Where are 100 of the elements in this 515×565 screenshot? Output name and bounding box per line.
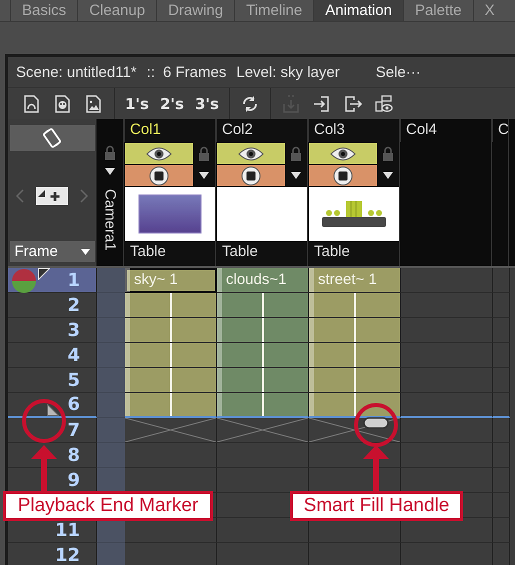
xsheet-cell[interactable]	[493, 418, 510, 443]
camera-column-cell[interactable]	[97, 418, 125, 443]
dropdown-triangle-icon[interactable]	[199, 172, 209, 178]
xsheet-cell[interactable]	[125, 443, 217, 468]
camera-column-cell[interactable]	[97, 543, 125, 565]
camera-column-cell[interactable]	[97, 343, 125, 368]
xsheet-cell[interactable]	[401, 368, 493, 393]
padlock-icon[interactable]	[382, 146, 394, 160]
padlock-icon[interactable]	[290, 146, 302, 160]
xsheet-cell[interactable]	[217, 443, 309, 468]
level-cell[interactable]	[125, 393, 217, 418]
level-cell[interactable]	[217, 368, 309, 393]
row-header-cell[interactable]: 1	[8, 268, 97, 293]
xsheet-cell[interactable]	[401, 293, 493, 318]
camera-column-cell[interactable]	[97, 393, 125, 418]
camstand-toggle[interactable]	[125, 165, 193, 186]
xsheet-cell[interactable]	[493, 518, 510, 543]
xsheet-cell[interactable]	[309, 418, 401, 443]
dropdown-triangle-icon[interactable]	[383, 172, 393, 178]
eye-icon	[238, 146, 264, 162]
frame-count: 6 Frames	[163, 64, 226, 80]
document-palette-icon[interactable]	[53, 94, 73, 114]
preview-toggle[interactable]	[125, 143, 193, 164]
play-start-marker-icon[interactable]	[38, 268, 50, 280]
padlock-icon[interactable]	[198, 146, 210, 160]
callout-tooltip: Playback End Marker	[3, 491, 213, 521]
selection-info: Sele···	[376, 64, 421, 80]
export-icon[interactable]	[342, 94, 363, 114]
xsheet-cell[interactable]	[401, 418, 493, 443]
camera-column-cell[interactable]	[97, 443, 125, 468]
xsheet-cell[interactable]	[493, 493, 510, 518]
padlock-icon[interactable]	[104, 145, 116, 160]
onion-skin-icon[interactable]	[11, 268, 37, 294]
highlight-circle-tooltip	[22, 399, 66, 443]
preview-toggle[interactable]	[309, 143, 377, 164]
frame-number: 6	[67, 394, 80, 415]
preview-toggle[interactable]	[217, 143, 285, 164]
column-name[interactable]: Col3	[308, 119, 399, 142]
chevron-right-icon[interactable]	[80, 189, 88, 203]
image-icon[interactable]	[84, 94, 104, 114]
orientation-toggle-button[interactable]	[10, 125, 94, 151]
level-cell[interactable]	[217, 393, 309, 418]
column-name[interactable]: Col1	[124, 119, 215, 142]
import-icon[interactable]	[312, 94, 332, 114]
frame-number: 3	[67, 320, 80, 340]
level-cell[interactable]	[217, 293, 309, 318]
workspace-tab[interactable]: Animation	[313, 0, 403, 21]
gradient-rectangle-thumbnail	[138, 194, 202, 234]
xsheet-cell[interactable]	[493, 468, 510, 493]
level-cell[interactable]	[125, 318, 217, 343]
document-curve-icon[interactable]	[22, 94, 42, 114]
highlight-circle-tooltip	[354, 403, 398, 447]
camera-column-cell[interactable]	[97, 293, 125, 318]
level-cell[interactable]	[125, 343, 217, 368]
camstand-toggle[interactable]	[217, 165, 285, 186]
play-end-marker-icon[interactable]	[47, 404, 59, 416]
level-cell[interactable]	[309, 318, 401, 343]
level-cell[interactable]	[309, 393, 401, 418]
column-name[interactable]: Col2	[216, 119, 307, 142]
smart-fill-handle[interactable]	[363, 417, 389, 429]
xsheet-cell[interactable]	[401, 318, 493, 343]
step-button[interactable]: 3's	[194, 94, 219, 112]
level-end-cross-icon	[309, 418, 400, 442]
level-cell[interactable]	[125, 293, 217, 318]
column-name[interactable]: Col4	[400, 119, 491, 142]
level-cell[interactable]	[309, 368, 401, 393]
eye-frames-icon[interactable]	[374, 94, 394, 114]
xsheet-cell[interactable]	[401, 393, 493, 418]
camera-column-cell[interactable]	[97, 468, 125, 493]
level-cell[interactable]	[217, 318, 309, 343]
xsheet-cell[interactable]	[493, 343, 510, 368]
dropdown-triangle-icon[interactable]	[291, 172, 301, 178]
level-cell[interactable]	[309, 343, 401, 368]
xsheet-cell[interactable]	[401, 268, 493, 293]
xsheet-cell[interactable]	[401, 343, 493, 368]
xsheet-cell[interactable]	[401, 443, 493, 468]
step-button[interactable]: 1's	[125, 94, 149, 112]
level-cell[interactable]	[125, 368, 217, 393]
add-level-icon[interactable]	[36, 187, 68, 205]
scene-name: Scene: untitled11*	[16, 64, 137, 80]
camera-column-cell[interactable]	[97, 318, 125, 343]
camstand-toggle[interactable]	[309, 165, 377, 186]
square-in-circle-icon	[333, 166, 353, 186]
xsheet-cell[interactable]	[493, 368, 510, 393]
column-name[interactable]: C	[492, 119, 508, 142]
level-cell[interactable]	[309, 293, 401, 318]
xsheet-cell[interactable]	[493, 293, 510, 318]
dropdown-triangle-icon[interactable]	[105, 168, 115, 175]
step-button[interactable]: 2's	[160, 94, 184, 112]
xsheet-cell[interactable]	[493, 318, 510, 343]
camera-column-cell[interactable]	[97, 368, 125, 393]
caret-icon	[80, 248, 90, 254]
camera-column-cell[interactable]	[97, 268, 125, 293]
xsheet-cell[interactable]	[493, 393, 510, 418]
xsheet-cell[interactable]	[493, 268, 510, 293]
level-cell[interactable]	[217, 343, 309, 368]
chevron-left-icon[interactable]	[16, 189, 24, 203]
frame-number: 7	[67, 420, 80, 440]
xsheet-cell[interactable]	[493, 443, 510, 468]
frame-zoom-dropdown[interactable]: Frame	[10, 241, 94, 262]
